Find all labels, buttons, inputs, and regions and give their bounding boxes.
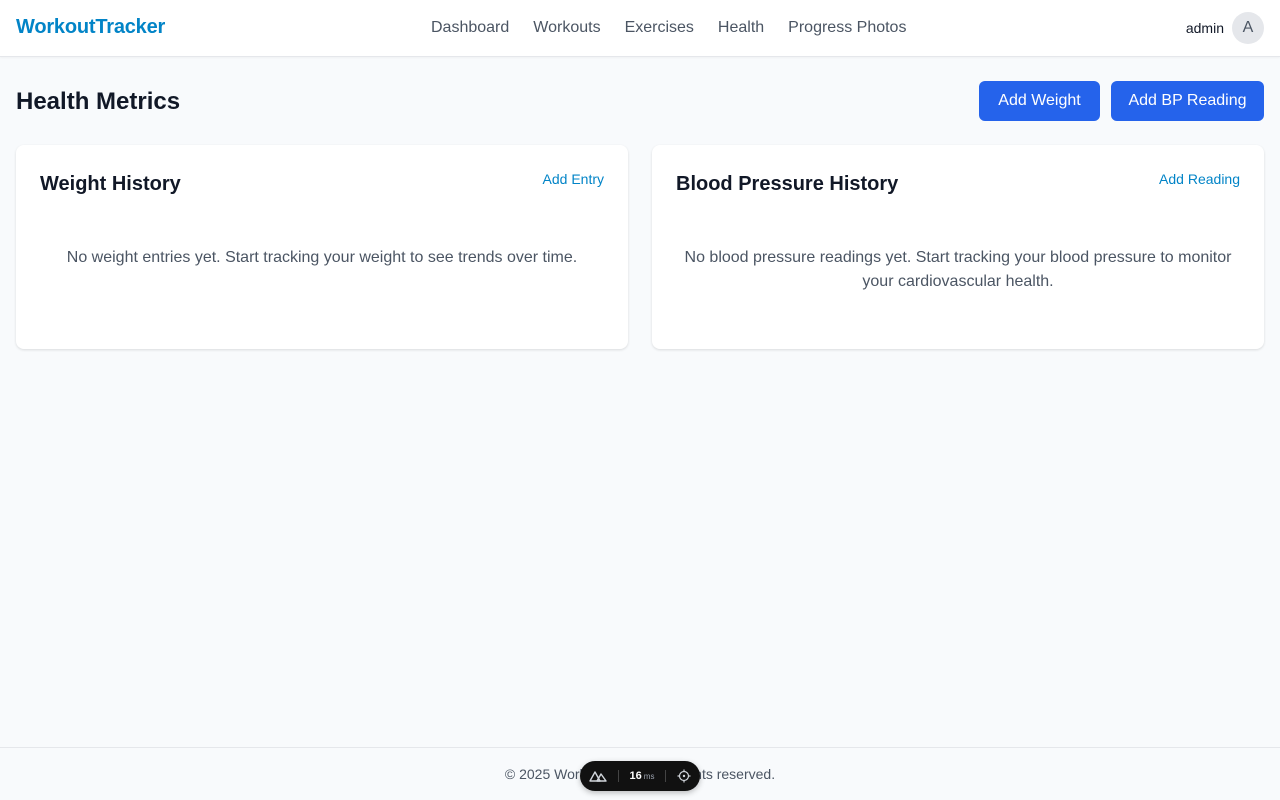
devtools-separator — [665, 770, 667, 782]
top-navbar: WorkoutTracker Dashboard Workouts Exerci… — [0, 0, 1280, 57]
weight-history-title: Weight History — [40, 173, 181, 195]
username[interactable]: admin — [1186, 20, 1224, 36]
nav-item-health[interactable]: Health — [718, 18, 764, 38]
add-weight-button[interactable]: Add Weight — [979, 81, 1100, 121]
add-entry-link[interactable]: Add Entry — [543, 171, 604, 187]
nuxt-logo-icon[interactable] — [589, 770, 607, 782]
add-bp-reading-button[interactable]: Add BP Reading — [1111, 81, 1264, 121]
nav-item-workouts[interactable]: Workouts — [533, 18, 600, 38]
devtools-separator — [617, 770, 619, 782]
weight-empty-message: No weight entries yet. Start tracking yo… — [66, 249, 578, 266]
main-nav: Dashboard Workouts Exercises Health Prog… — [431, 18, 906, 38]
blood-pressure-history-card: Blood Pressure History Add Reading No bl… — [652, 145, 1264, 349]
render-time: 16 ms — [630, 770, 655, 782]
devtools-toolbar[interactable]: 16 ms — [580, 761, 700, 791]
nav-item-exercises[interactable]: Exercises — [625, 18, 694, 38]
nav-item-progress-photos[interactable]: Progress Photos — [788, 18, 906, 38]
avatar[interactable]: A — [1232, 12, 1264, 44]
blood-pressure-history-title: Blood Pressure History — [676, 173, 899, 195]
render-time-unit: ms — [643, 772, 655, 781]
weight-history-card: Weight History Add Entry No weight entri… — [16, 145, 628, 349]
render-time-value: 16 — [629, 770, 642, 782]
page-title: Health Metrics — [16, 88, 181, 115]
nav-item-dashboard[interactable]: Dashboard — [431, 18, 509, 38]
blood-pressure-empty-message: No blood pressure readings yet. Start tr… — [684, 249, 1232, 290]
crosshair-icon[interactable] — [677, 769, 691, 783]
user-menu[interactable]: admin A — [1186, 12, 1264, 44]
add-reading-link[interactable]: Add Reading — [1159, 171, 1240, 187]
brand-logo[interactable]: WorkoutTracker — [16, 16, 165, 39]
